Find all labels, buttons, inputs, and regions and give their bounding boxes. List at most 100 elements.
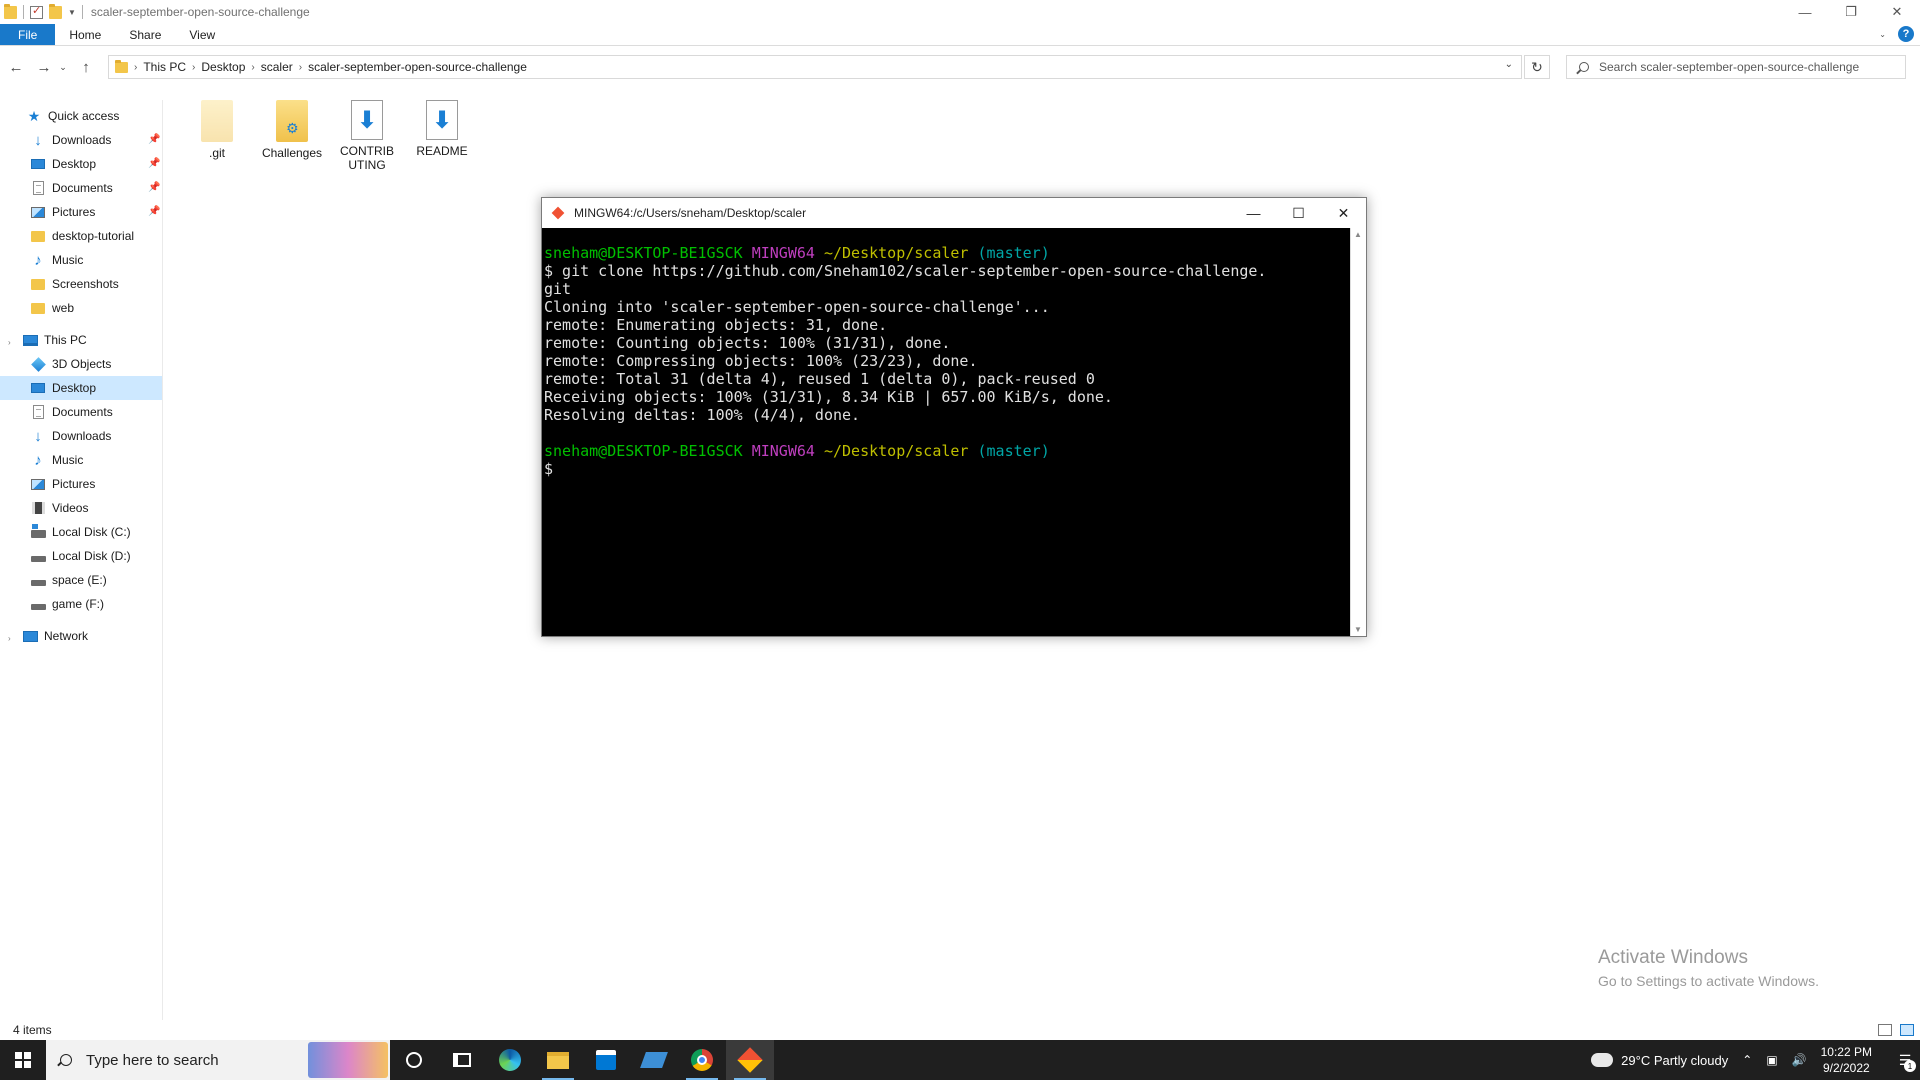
close-icon[interactable]: ✕ <box>1874 0 1920 24</box>
network-icon[interactable]: ▣ <box>1766 1053 1777 1067</box>
pin-icon[interactable]: 📌 <box>148 182 160 193</box>
taskbar-git-bash[interactable] <box>726 1040 774 1080</box>
tab-home[interactable]: Home <box>55 24 115 45</box>
item-count: 4 items <box>13 1023 52 1037</box>
taskbar-edge[interactable] <box>486 1040 534 1080</box>
edge-icon <box>499 1049 521 1071</box>
taskbar-app[interactable] <box>630 1040 678 1080</box>
nav-label: Downloads <box>52 133 112 147</box>
file-item-contributing[interactable]: CONTRIBUTING <box>332 100 402 172</box>
nav-item-game-f[interactable]: game (F:) <box>30 592 104 616</box>
help-icon[interactable]: ? <box>1898 26 1914 42</box>
file-name: .git <box>208 146 225 160</box>
nav-item-documents[interactable]: Documents <box>30 400 113 424</box>
details-view-icon[interactable] <box>1878 1024 1892 1036</box>
nav-item-downloads[interactable]: ↓ Downloads <box>30 128 111 152</box>
forward-icon[interactable]: → <box>32 55 56 79</box>
expand-this-pc-icon[interactable]: › <box>8 338 11 347</box>
nav-item-videos[interactable]: Videos <box>30 496 88 520</box>
minimize-icon[interactable]: — <box>1231 198 1276 228</box>
watermark-subtitle: Go to Settings to activate Windows. <box>1598 973 1819 989</box>
tab-share[interactable]: Share <box>115 24 175 45</box>
up-icon[interactable]: ↑ <box>74 55 98 79</box>
nav-item-desktop-selected[interactable]: Desktop <box>0 376 162 400</box>
taskbar-store[interactable] <box>582 1040 630 1080</box>
weather-widget[interactable]: 29°C Partly cloudy <box>1587 1047 1728 1068</box>
file-item-git[interactable]: .git <box>182 100 252 160</box>
nav-item-screenshots[interactable]: Screenshots <box>30 272 119 296</box>
taskbar-file-explorer[interactable] <box>534 1040 582 1080</box>
customize-toolbar-dropdown-icon[interactable]: ▼ <box>68 8 76 17</box>
file-item-challenges[interactable]: ⚙ Challenges <box>257 100 327 160</box>
nav-network[interactable]: Network <box>22 624 88 648</box>
pin-icon[interactable]: 📌 <box>148 206 160 217</box>
expand-network-icon[interactable]: › <box>8 634 11 643</box>
refresh-button[interactable]: ↻ <box>1524 55 1550 79</box>
close-icon[interactable]: ✕ <box>1321 198 1366 228</box>
terminal-scrollbar[interactable]: ▲ ▼ <box>1350 228 1366 636</box>
search-input[interactable] <box>1599 60 1879 74</box>
address-bar[interactable]: › This PC › Desktop › scaler › scaler-se… <box>108 55 1522 79</box>
nav-item-local-disk-c[interactable]: Local Disk (C:) <box>30 520 131 544</box>
clock[interactable]: 10:22 PM 9/2/2022 <box>1821 1044 1872 1076</box>
nav-label: Network <box>44 629 89 643</box>
breadcrumb-current-folder[interactable]: scaler-september-open-source-challenge <box>302 60 533 74</box>
start-button[interactable] <box>0 1040 46 1080</box>
volume-icon[interactable]: 🔊 <box>1792 1053 1807 1067</box>
git-bash-window[interactable]: MINGW64:/c/Users/sneham/Desktop/scaler —… <box>541 197 1367 637</box>
expand-ribbon-icon[interactable]: ⌄ <box>1879 30 1886 39</box>
search-box[interactable] <box>1566 55 1906 79</box>
nav-item-local-disk-d[interactable]: Local Disk (D:) <box>30 544 131 568</box>
recent-locations-icon[interactable]: ⌄ <box>56 55 70 79</box>
maximize-icon[interactable]: ☐ <box>1276 198 1321 228</box>
terminal-input-line[interactable]: $ <box>544 460 1350 478</box>
nav-this-pc[interactable]: This PC <box>22 328 87 352</box>
nav-item-web[interactable]: web <box>30 296 74 320</box>
back-icon[interactable]: ← <box>4 55 28 79</box>
git-bash-icon <box>737 1047 763 1073</box>
pin-icon[interactable]: 📌 <box>148 158 160 169</box>
terminal-output[interactable]: sneham@DESKTOP-BE1GSCK MINGW64 ~/Desktop… <box>542 228 1350 636</box>
tab-view[interactable]: View <box>175 24 229 45</box>
prompt-branch: (master) <box>977 244 1050 262</box>
nav-item-pictures[interactable]: Pictures <box>30 200 95 224</box>
minimize-icon[interactable]: — <box>1782 0 1828 24</box>
nav-item-documents[interactable]: Documents <box>30 176 113 200</box>
properties-icon[interactable] <box>30 4 43 19</box>
nav-item-space-e[interactable]: space (E:) <box>30 568 107 592</box>
address-dropdown-icon[interactable]: ⌄ <box>1505 59 1513 70</box>
taskbar-search[interactable] <box>46 1040 390 1080</box>
file-name: README <box>416 144 468 158</box>
nav-item-downloads[interactable]: ↓ Downloads <box>30 424 111 448</box>
nav-item-music[interactable]: ♪ Music <box>30 448 83 472</box>
restore-icon[interactable]: ❐ <box>1828 0 1874 24</box>
nav-item-desktop[interactable]: Desktop <box>30 152 96 176</box>
notification-center[interactable]: ☰ 1 <box>1890 1040 1920 1080</box>
folder-icon <box>31 302 45 314</box>
nav-item-3d-objects[interactable]: 3D Objects <box>30 352 111 376</box>
taskbar-cortana[interactable] <box>390 1040 438 1080</box>
nav-item-desktop-tutorial[interactable]: desktop-tutorial <box>30 224 134 248</box>
breadcrumb-desktop[interactable]: Desktop <box>195 60 251 74</box>
nav-label: Documents <box>52 405 113 419</box>
breadcrumb-scaler[interactable]: scaler <box>255 60 299 74</box>
address-row: ← → ⌄ ↑ › This PC › Desktop › scaler › s… <box>0 50 1920 84</box>
nav-item-pictures[interactable]: Pictures <box>30 472 95 496</box>
nav-label: Local Disk (D:) <box>52 549 131 563</box>
new-folder-icon[interactable] <box>49 3 62 19</box>
scroll-up-icon[interactable]: ▲ <box>1354 230 1362 239</box>
taskbar-search-input[interactable] <box>86 1051 286 1069</box>
file-item-readme[interactable]: README <box>407 100 477 158</box>
documents-icon <box>32 405 44 419</box>
breadcrumb-this-pc[interactable]: This PC <box>137 60 192 74</box>
nav-item-music[interactable]: ♪ Music <box>30 248 83 272</box>
folder-icon <box>31 278 45 290</box>
taskbar-task-view[interactable] <box>438 1040 486 1080</box>
pin-icon[interactable]: 📌 <box>148 134 160 145</box>
tab-file[interactable]: File <box>0 24 56 45</box>
taskbar-chrome[interactable] <box>678 1040 726 1080</box>
scroll-down-icon[interactable]: ▼ <box>1354 625 1362 634</box>
nav-quick-access[interactable]: ★ Quick access <box>26 104 120 128</box>
large-icons-view-icon[interactable] <box>1900 1024 1914 1036</box>
chevron-up-icon[interactable]: ⌃ <box>1742 1053 1752 1067</box>
